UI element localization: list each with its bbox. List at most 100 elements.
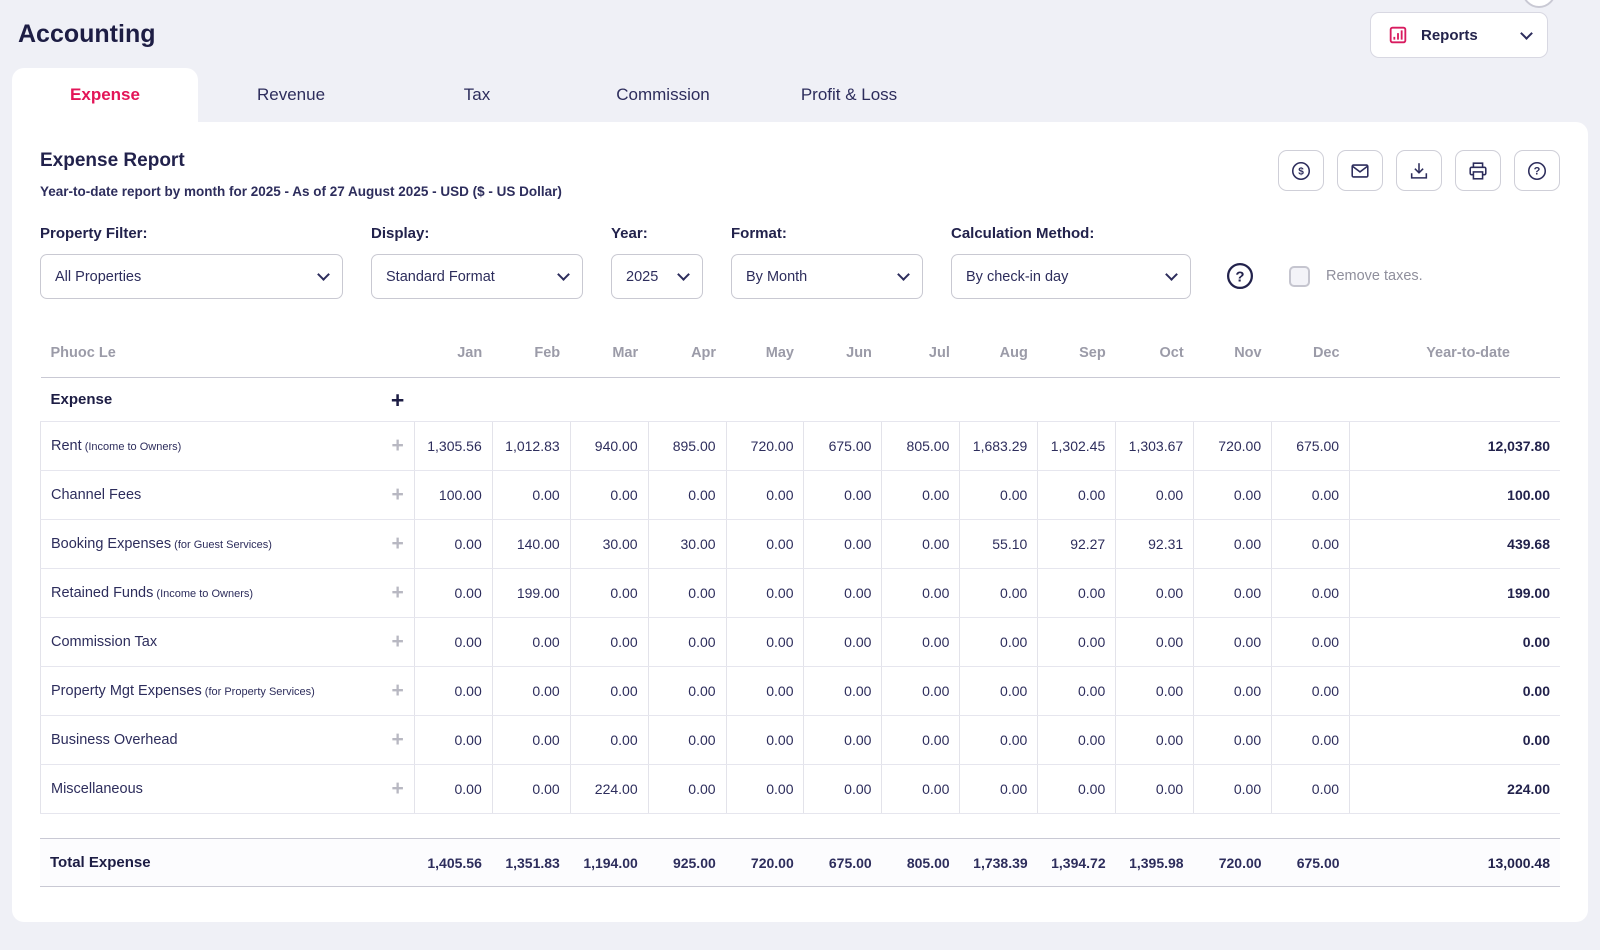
print-button[interactable] bbox=[1455, 150, 1501, 191]
filter-label: Display: bbox=[371, 225, 583, 242]
property-filter-select[interactable]: All Properties bbox=[40, 254, 343, 299]
total-month-value: 720.00 bbox=[1194, 839, 1272, 887]
month-value: 0.00 bbox=[648, 765, 726, 814]
add-expense-button[interactable]: + bbox=[391, 393, 404, 407]
month-value: 0.00 bbox=[1194, 569, 1272, 618]
ytd-value: 0.00 bbox=[1350, 618, 1560, 667]
row-sublabel: (for Guest Services) bbox=[171, 539, 272, 551]
month-value: 0.00 bbox=[414, 618, 492, 667]
month-value: 0.00 bbox=[1194, 471, 1272, 520]
add-row-button[interactable]: + bbox=[392, 635, 404, 649]
tab-tax[interactable]: Tax bbox=[384, 68, 570, 122]
month-value: 0.00 bbox=[882, 569, 960, 618]
add-row-button[interactable]: + bbox=[392, 537, 404, 551]
email-button[interactable] bbox=[1337, 150, 1383, 191]
row-label: Retained Funds bbox=[51, 585, 153, 601]
ytd-value: 224.00 bbox=[1350, 765, 1560, 814]
table-row: Channel Fees+100.000.000.000.000.000.000… bbox=[41, 471, 1561, 520]
month-value: 224.00 bbox=[570, 765, 648, 814]
month-header: Jun bbox=[804, 331, 882, 378]
section-fill bbox=[414, 378, 1560, 422]
add-row-button[interactable]: + bbox=[392, 733, 404, 747]
remove-taxes-checkbox[interactable] bbox=[1289, 266, 1310, 287]
month-value: 0.00 bbox=[648, 716, 726, 765]
table-header-row: Phuoc LeJanFebMarAprMayJunJulAugSepOctNo… bbox=[41, 331, 1561, 378]
month-value: 0.00 bbox=[492, 667, 570, 716]
month-value: 0.00 bbox=[882, 520, 960, 569]
month-value: 1,683.29 bbox=[960, 422, 1038, 471]
month-value: 0.00 bbox=[960, 765, 1038, 814]
filter-label: Year: bbox=[611, 225, 703, 242]
month-value: 0.00 bbox=[414, 765, 492, 814]
tab-commission[interactable]: Commission bbox=[570, 68, 756, 122]
table-row: Retained Funds (Income to Owners)+0.0019… bbox=[41, 569, 1561, 618]
chevron-down-icon bbox=[1520, 27, 1533, 40]
help-button[interactable]: ? bbox=[1514, 150, 1560, 191]
month-value: 0.00 bbox=[882, 618, 960, 667]
month-value: 0.00 bbox=[414, 716, 492, 765]
total-month-value: 1,395.98 bbox=[1116, 839, 1194, 887]
add-row-button[interactable]: + bbox=[392, 684, 404, 698]
total-month-value: 1,394.72 bbox=[1038, 839, 1116, 887]
table-row: Commission Tax+0.000.000.000.000.000.000… bbox=[41, 618, 1561, 667]
month-value: 30.00 bbox=[648, 520, 726, 569]
row-label-cell: Property Mgt Expenses (for Property Serv… bbox=[41, 667, 415, 716]
table-row: Property Mgt Expenses (for Property Serv… bbox=[41, 667, 1561, 716]
add-row-button[interactable]: + bbox=[392, 586, 404, 600]
tab-profit-loss[interactable]: Profit & Loss bbox=[756, 68, 942, 122]
month-value: 199.00 bbox=[492, 569, 570, 618]
month-value: 0.00 bbox=[882, 667, 960, 716]
add-row-button[interactable]: + bbox=[392, 439, 404, 453]
month-value: 720.00 bbox=[1194, 422, 1272, 471]
month-value: 0.00 bbox=[492, 765, 570, 814]
row-label: Rent bbox=[51, 438, 82, 454]
month-header: Mar bbox=[570, 331, 648, 378]
download-icon bbox=[1408, 160, 1430, 182]
format-select[interactable]: By Month bbox=[731, 254, 923, 299]
total-month-value: 1,351.83 bbox=[492, 839, 570, 887]
total-month-value: 925.00 bbox=[648, 839, 726, 887]
month-value: 0.00 bbox=[960, 471, 1038, 520]
row-sublabel: (for Property Services) bbox=[202, 686, 315, 698]
add-row-button[interactable]: + bbox=[392, 488, 404, 502]
month-value: 0.00 bbox=[1038, 667, 1116, 716]
chevron-down-icon bbox=[897, 268, 910, 281]
table-row: Rent (Income to Owners)+1,305.561,012.83… bbox=[41, 422, 1561, 471]
month-value: 92.27 bbox=[1038, 520, 1116, 569]
month-value: 0.00 bbox=[1194, 765, 1272, 814]
month-value: 92.31 bbox=[1116, 520, 1194, 569]
reports-label: Reports bbox=[1421, 27, 1478, 44]
month-value: 0.00 bbox=[726, 520, 804, 569]
total-label: Total Expense bbox=[40, 839, 414, 887]
add-row-button[interactable]: + bbox=[392, 782, 404, 796]
currency-button[interactable]: $ bbox=[1278, 150, 1324, 191]
month-value: 0.00 bbox=[960, 667, 1038, 716]
month-value: 0.00 bbox=[570, 716, 648, 765]
display-select[interactable]: Standard Format bbox=[371, 254, 583, 299]
download-button[interactable] bbox=[1396, 150, 1442, 191]
calculation-method-select[interactable]: By check-in day bbox=[951, 254, 1191, 299]
month-value: 1,303.67 bbox=[1116, 422, 1194, 471]
reports-dropdown[interactable]: Reports bbox=[1370, 12, 1548, 58]
month-value: 720.00 bbox=[726, 422, 804, 471]
month-value: 0.00 bbox=[648, 569, 726, 618]
top-bar: Accounting Reports bbox=[0, 0, 1600, 62]
filters-help-icon[interactable]: ? bbox=[1225, 261, 1255, 291]
chevron-down-icon bbox=[317, 268, 330, 281]
total-month-value: 1,194.00 bbox=[570, 839, 648, 887]
month-value: 0.00 bbox=[804, 765, 882, 814]
total-month-value: 805.00 bbox=[882, 839, 960, 887]
total-month-value: 675.00 bbox=[804, 839, 882, 887]
month-value: 0.00 bbox=[726, 471, 804, 520]
table-row: Booking Expenses (for Guest Services)+0.… bbox=[41, 520, 1561, 569]
filter-label: Format: bbox=[731, 225, 923, 242]
section-cell: Expense+ bbox=[41, 378, 415, 422]
year-select[interactable]: 2025 bbox=[611, 254, 703, 299]
total-month-value: 675.00 bbox=[1272, 839, 1350, 887]
month-value: 0.00 bbox=[1038, 618, 1116, 667]
tab-expense[interactable]: Expense bbox=[12, 68, 198, 122]
tab-revenue[interactable]: Revenue bbox=[198, 68, 384, 122]
month-value: 0.00 bbox=[414, 569, 492, 618]
month-value: 0.00 bbox=[1116, 471, 1194, 520]
svg-text:$: $ bbox=[1298, 166, 1304, 177]
